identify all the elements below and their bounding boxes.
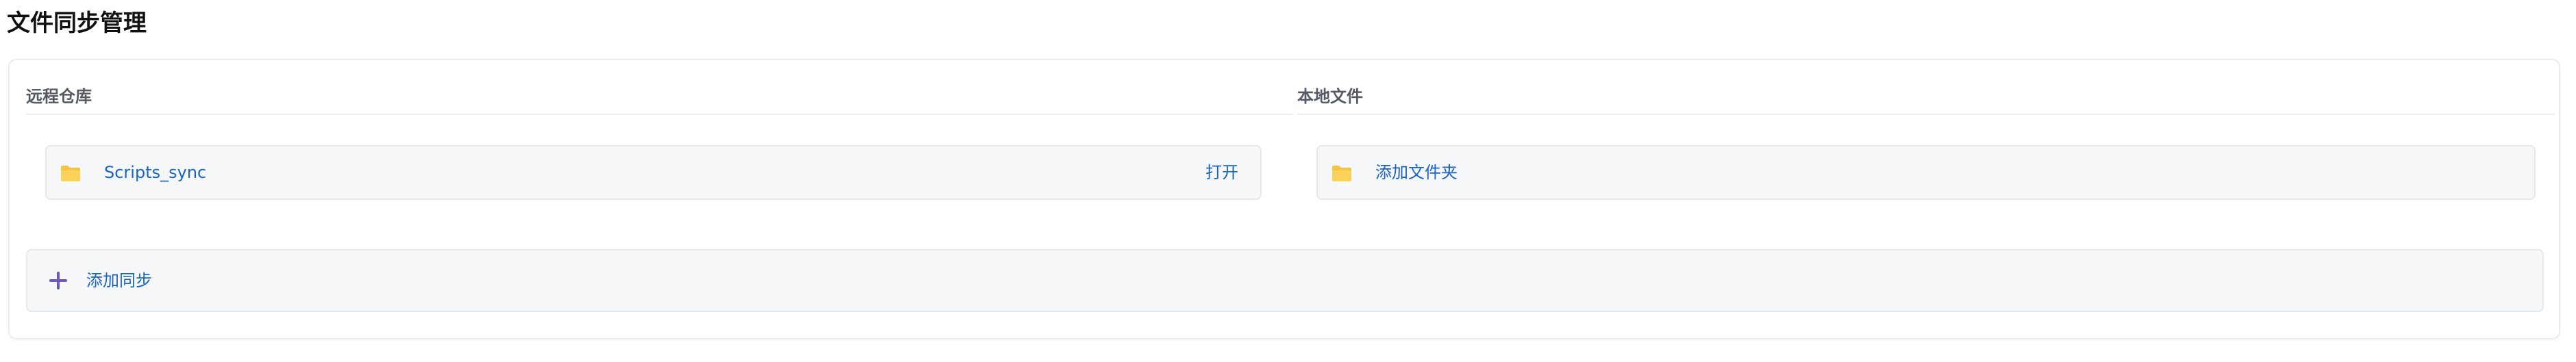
add-folder-button[interactable]: 添加文件夹 xyxy=(1375,146,1458,198)
local-files-header: 本地文件 xyxy=(1297,79,2555,115)
add-folder-item[interactable]: 添加文件夹 xyxy=(1316,145,2536,200)
remote-repo-name[interactable]: Scripts_sync xyxy=(104,146,206,198)
remote-repo-header: 远程仓库 xyxy=(26,79,1293,115)
folder-icon xyxy=(1332,166,1351,181)
folder-icon xyxy=(61,166,80,181)
plus-icon xyxy=(49,272,67,289)
page-title: 文件同步管理 xyxy=(7,10,147,37)
open-button[interactable]: 打开 xyxy=(1205,146,1238,198)
add-sync-button[interactable]: 添加同步 xyxy=(26,249,2544,312)
add-sync-label: 添加同步 xyxy=(86,271,152,290)
remote-repo-item[interactable]: Scripts_sync 打开 xyxy=(45,145,1262,200)
sync-panel: 远程仓库 本地文件 Scripts_sync 打开 添加文件夹 添加同步 xyxy=(8,59,2560,339)
